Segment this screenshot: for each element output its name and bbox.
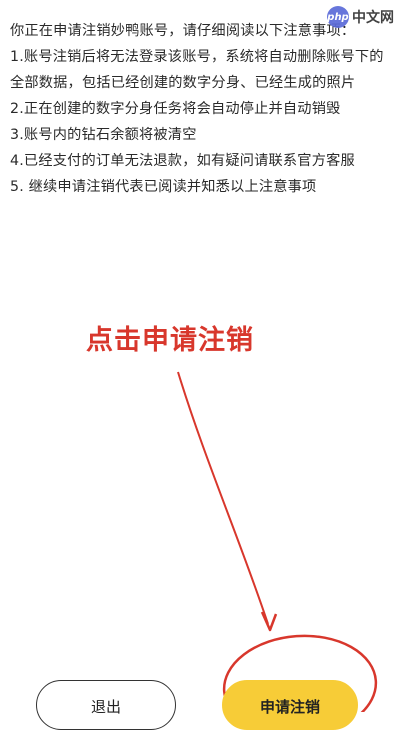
annotation-overlay [177, 371, 378, 712]
apply-cancellation-button[interactable]: 申请注销 [222, 680, 358, 730]
annotation-arrow-head [260, 611, 278, 632]
exit-button[interactable]: 退出 [36, 680, 176, 730]
annotation-arrow-line [177, 371, 269, 625]
